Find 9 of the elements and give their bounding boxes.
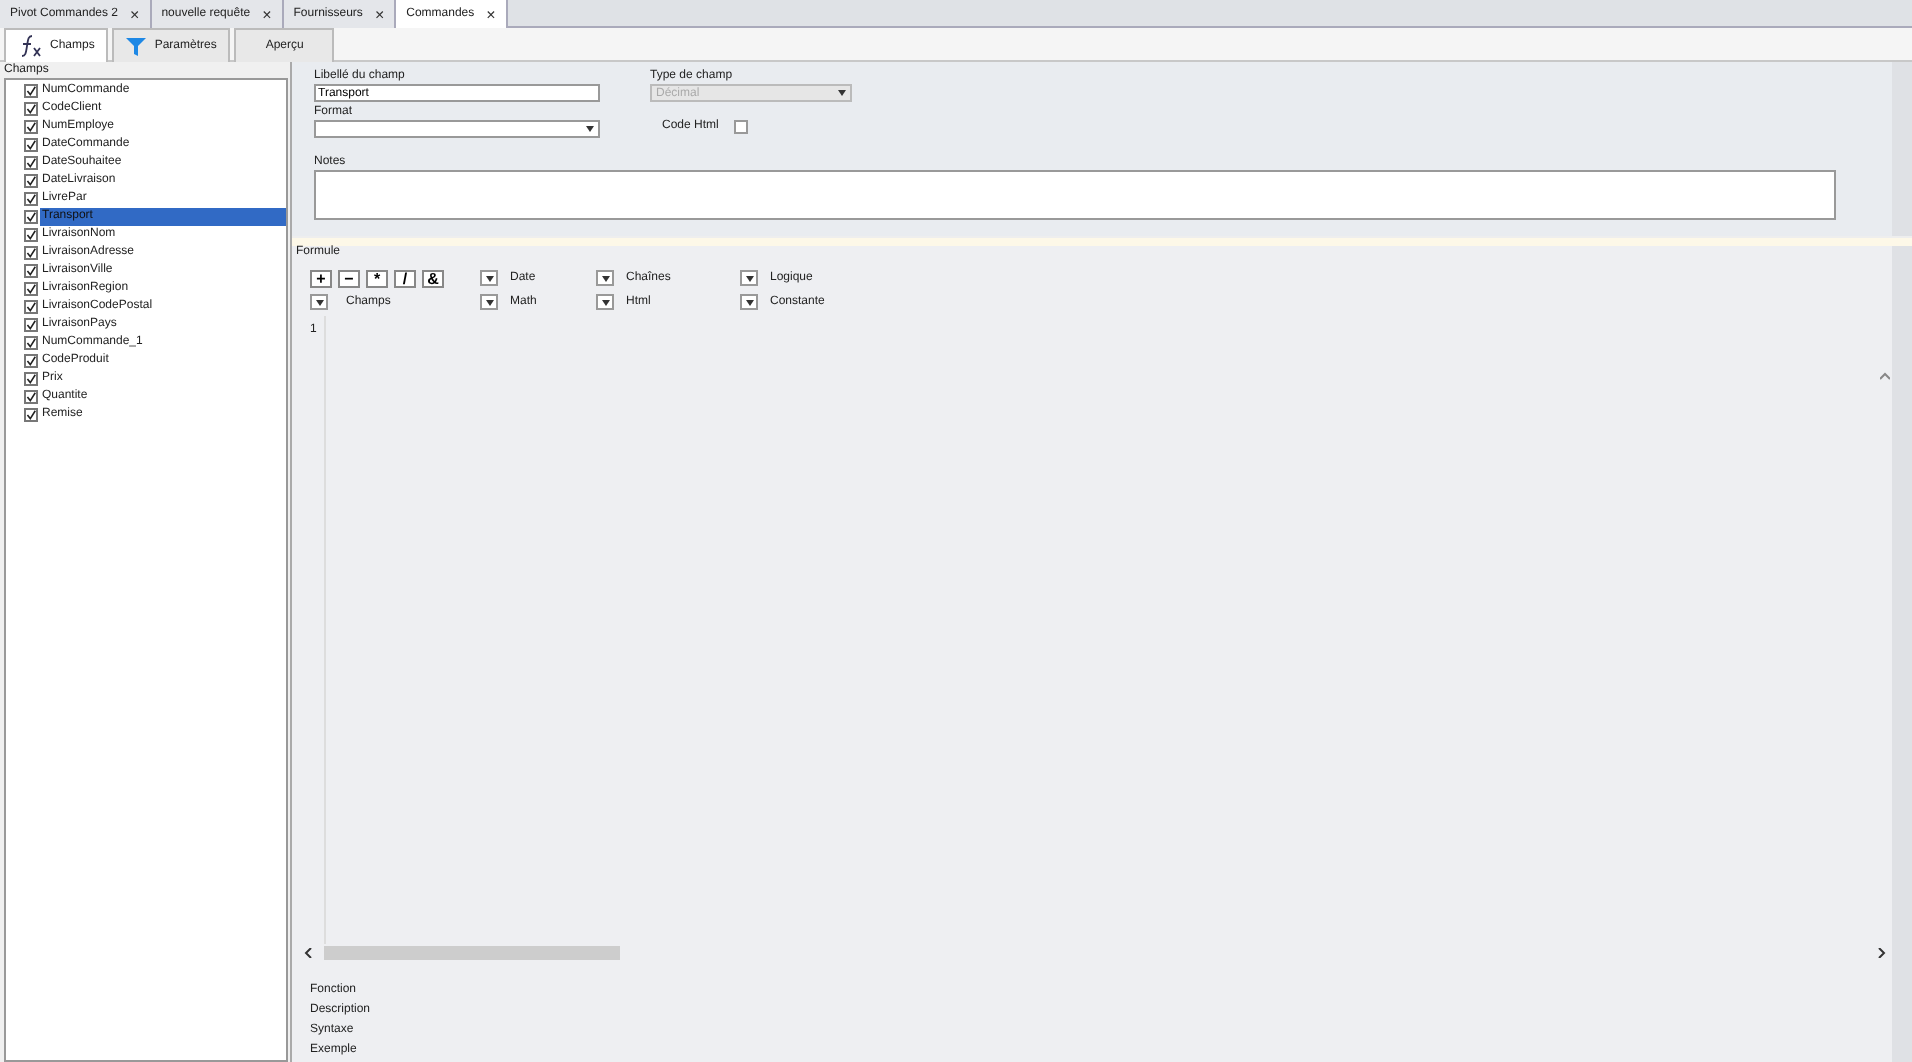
- operator-button[interactable]: /: [394, 269, 416, 287]
- close-icon[interactable]: ×: [130, 5, 140, 23]
- close-icon[interactable]: ×: [262, 5, 272, 23]
- operator-button[interactable]: −: [338, 269, 360, 287]
- operator-button[interactable]: &: [422, 269, 444, 287]
- operator-button[interactable]: *: [366, 269, 388, 287]
- operator-button[interactable]: +: [310, 269, 332, 287]
- close-icon[interactable]: ×: [486, 5, 496, 23]
- close-icon[interactable]: ×: [374, 5, 385, 23]
